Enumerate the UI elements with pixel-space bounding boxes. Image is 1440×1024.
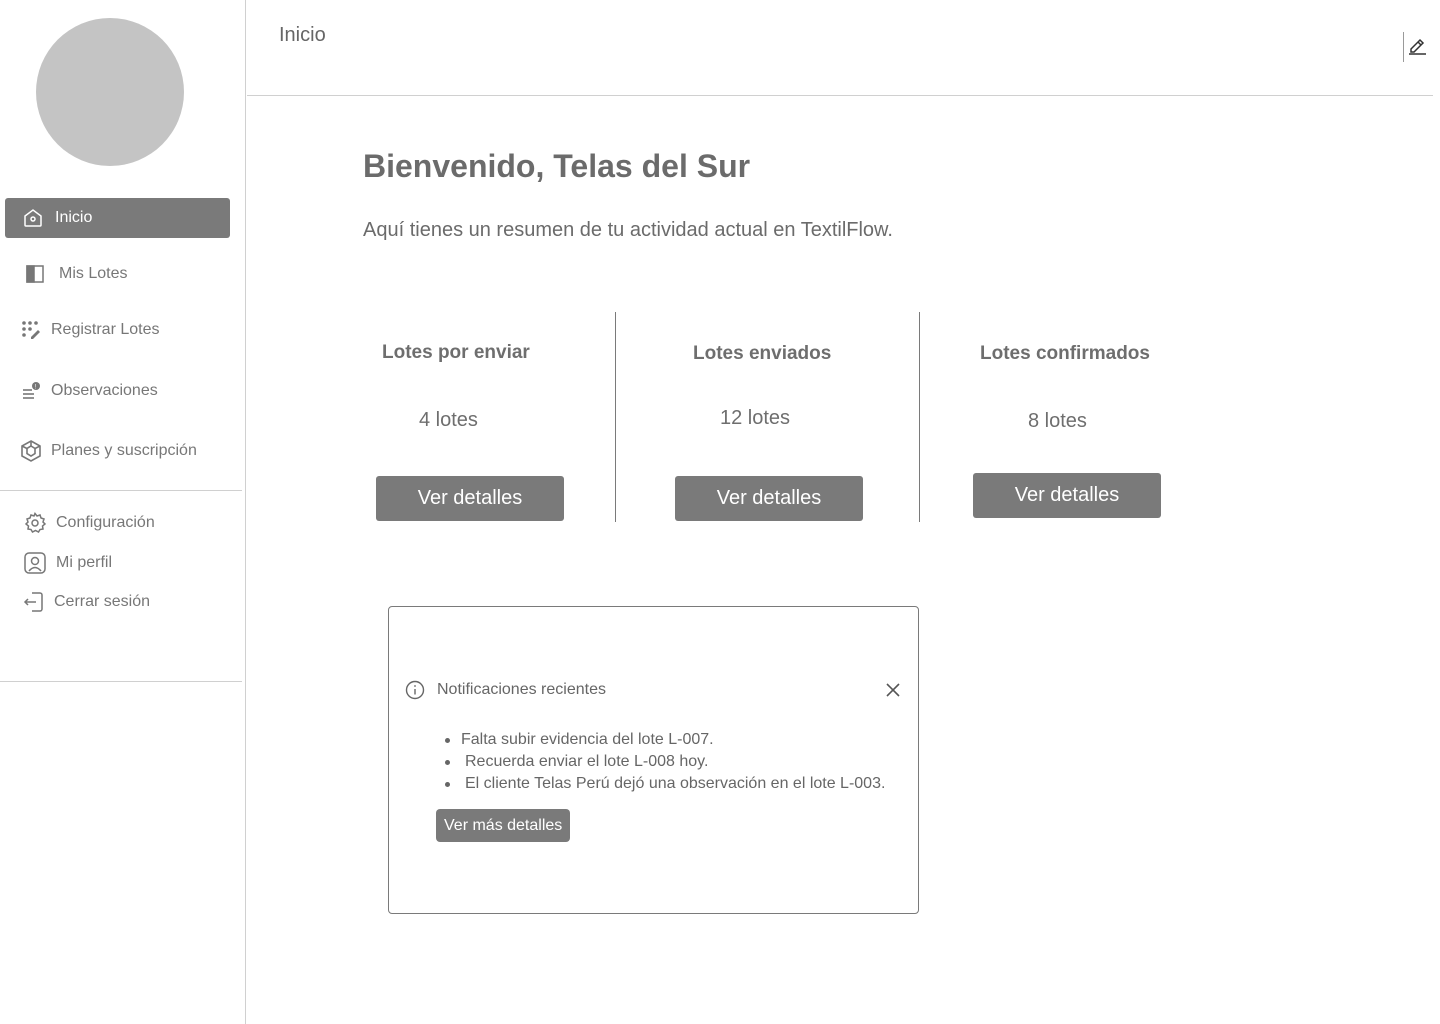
sidebar-item-label: Mi perfil xyxy=(56,554,113,571)
notifications-title: Notificaciones recientes xyxy=(437,681,606,698)
stat-title: Lotes enviados xyxy=(693,343,832,364)
sidebar-divider xyxy=(0,681,242,682)
sidebar-item-label: Planes y suscripción xyxy=(51,442,197,459)
avatar[interactable] xyxy=(36,18,184,166)
home-icon xyxy=(21,206,45,230)
book-icon xyxy=(23,262,47,286)
sidebar-item-observaciones[interactable]: ! Observaciones xyxy=(5,371,230,411)
ver-detalles-button[interactable]: Ver detalles xyxy=(376,476,564,521)
list-item: Recuerda enviar el lote L-008 hoy. xyxy=(445,751,885,773)
gear-icon xyxy=(23,511,47,535)
sidebar-item-mis-lotes[interactable]: Mis Lotes xyxy=(5,254,230,294)
sidebar-item-mi-perfil[interactable]: Mi perfil xyxy=(5,543,230,583)
list-item: El cliente Telas Perú dejó una observaci… xyxy=(445,773,885,795)
welcome-subtitle: Aquí tienes un resumen de tu actividad a… xyxy=(363,219,893,241)
list-alert-icon: ! xyxy=(19,379,43,403)
user-icon xyxy=(23,551,47,575)
sidebar-divider xyxy=(0,490,242,491)
welcome-heading: Bienvenido, Telas del Sur xyxy=(363,148,751,184)
sidebar-item-inicio[interactable]: Inicio xyxy=(5,198,230,238)
top-header: Inicio xyxy=(247,0,1433,96)
sidebar-item-label: Inicio xyxy=(55,209,93,226)
notifications-card: Notificaciones recientes Falta subir evi… xyxy=(388,606,919,914)
grid-edit-icon xyxy=(19,318,43,342)
cube-icon xyxy=(19,439,43,463)
sidebar-item-cerrar-sesion[interactable]: Cerrar sesión xyxy=(5,582,230,622)
stat-divider xyxy=(919,312,920,522)
pencil-icon xyxy=(1407,35,1427,60)
info-icon xyxy=(405,680,425,700)
list-item: Falta subir evidencia del lote L-007. xyxy=(445,729,885,751)
sidebar-item-label: Registrar Lotes xyxy=(51,321,160,338)
sidebar: Inicio Mis Lotes Registrar Lotes ! Obser… xyxy=(0,0,246,1024)
ver-mas-detalles-button[interactable]: Ver más detalles xyxy=(436,809,571,842)
stat-value: 12 lotes xyxy=(720,407,791,429)
page-title: Inicio xyxy=(279,24,326,46)
stat-title: Lotes por enviar xyxy=(382,342,530,363)
sidebar-item-label: Cerrar sesión xyxy=(54,593,151,610)
sidebar-item-registrar-lotes[interactable]: Registrar Lotes xyxy=(5,310,230,350)
sidebar-item-planes[interactable]: Planes y suscripción xyxy=(5,431,230,471)
stat-value: 4 lotes xyxy=(419,409,478,431)
sidebar-item-configuracion[interactable]: Configuración xyxy=(5,503,230,543)
logout-icon xyxy=(22,590,46,614)
close-icon[interactable] xyxy=(884,681,902,699)
sidebar-item-label: Configuración xyxy=(56,514,155,531)
stat-title: Lotes confirmados xyxy=(980,343,1150,364)
notifications-list: Falta subir evidencia del lote L-007. Re… xyxy=(445,729,885,795)
sidebar-item-label: Mis Lotes xyxy=(59,265,128,282)
edit-button[interactable] xyxy=(1403,32,1427,62)
stat-divider xyxy=(615,312,616,522)
ver-detalles-button[interactable]: Ver detalles xyxy=(675,476,863,521)
stat-value: 8 lotes xyxy=(1028,410,1087,432)
sidebar-item-label: Observaciones xyxy=(51,382,158,399)
ver-detalles-button[interactable]: Ver detalles xyxy=(973,473,1161,518)
